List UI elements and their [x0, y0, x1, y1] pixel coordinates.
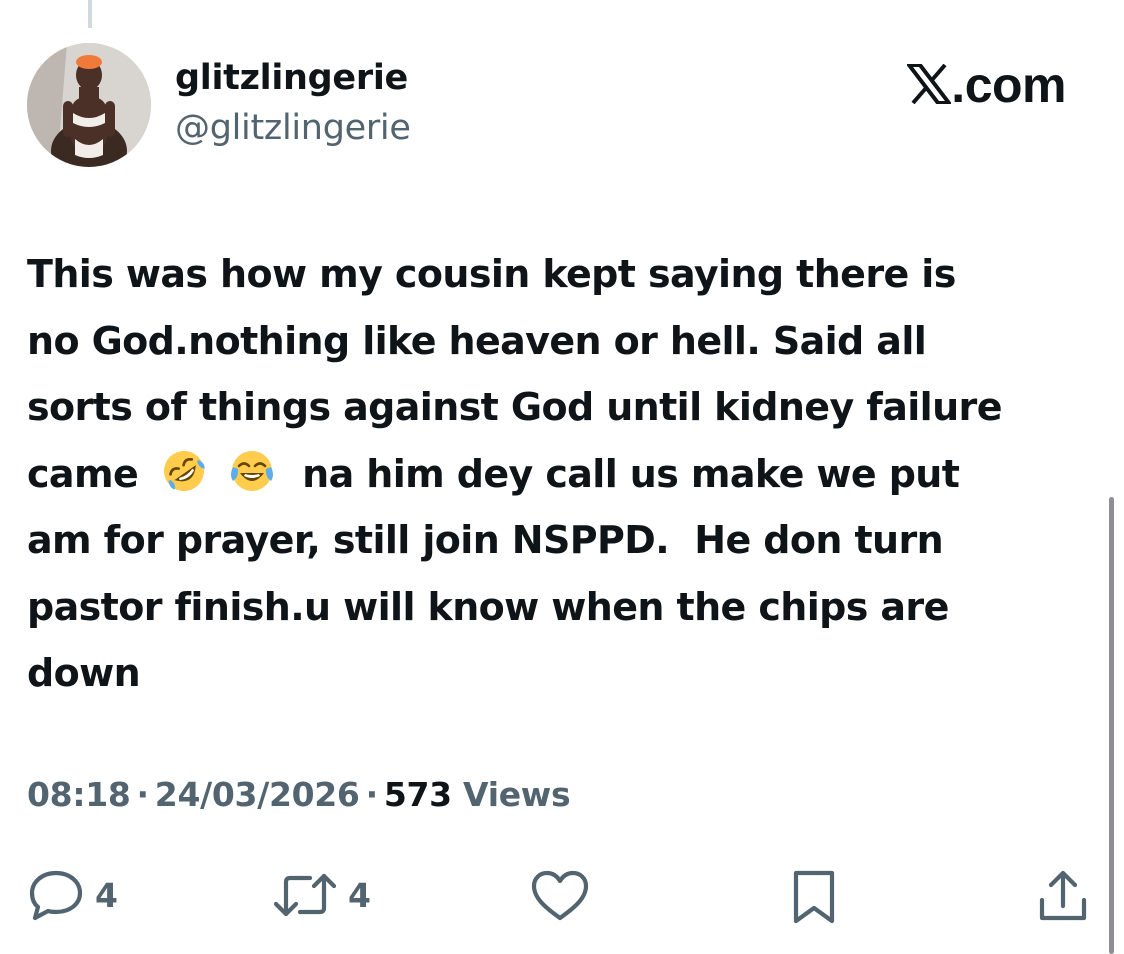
- tweet-date[interactable]: 24/03/2026: [155, 775, 360, 814]
- tweet-text-segment: came: [27, 451, 139, 496]
- tweet-meta: 08:18 · 24/03/2026 · 573 Views: [27, 775, 571, 814]
- avatar[interactable]: [27, 43, 151, 167]
- meta-separator: ·: [136, 775, 150, 814]
- tweet-line: sorts of things against God until kidney…: [27, 385, 1002, 429]
- tweet-line-with-emoji: came na him dey call us make we put: [27, 441, 1107, 508]
- retweet-icon: [272, 868, 338, 922]
- rolling-on-floor-laughing-emoji-icon: [162, 447, 206, 491]
- heart-icon: [529, 868, 591, 924]
- x-logo-icon: [905, 56, 954, 114]
- like-button[interactable]: [529, 868, 591, 924]
- tweet-text-segment: na him dey call us make we put: [302, 451, 960, 496]
- author-display-name[interactable]: glitzlingerie: [175, 58, 408, 98]
- reply-count: 4: [95, 875, 118, 915]
- views-label: Views: [463, 775, 571, 814]
- brand-watermark: .com: [905, 56, 1066, 114]
- tweet-text: This was how my cousin kept saying there…: [27, 241, 1107, 707]
- bookmark-icon: [788, 868, 840, 926]
- tweet-line: This was how my cousin kept saying there…: [27, 252, 956, 296]
- thread-connector-line: [88, 0, 92, 28]
- tweet-line: am for prayer, still join NSPPD. He don …: [27, 518, 944, 562]
- views-count: 573: [383, 775, 452, 814]
- tweet-line: no God.nothing like heaven or hell. Said…: [27, 318, 927, 363]
- author-handle[interactable]: @glitzlingerie: [175, 108, 411, 148]
- retweet-button[interactable]: 4: [272, 868, 371, 922]
- reply-button[interactable]: 4: [27, 868, 118, 922]
- tweet-line: down: [27, 651, 141, 695]
- brand-domain: .com: [951, 57, 1066, 113]
- face-with-tears-of-joy-emoji-icon: [230, 447, 274, 491]
- scrollbar[interactable]: [1109, 497, 1114, 954]
- tweet-line: pastor finish.u will know when the chips…: [27, 584, 949, 629]
- reply-icon: [27, 868, 85, 922]
- bookmark-button[interactable]: [788, 868, 840, 926]
- retweet-count: 4: [348, 875, 371, 915]
- share-button[interactable]: [1034, 868, 1092, 926]
- meta-separator: ·: [365, 775, 379, 814]
- tweet-time[interactable]: 08:18: [27, 775, 131, 814]
- share-icon: [1034, 868, 1092, 926]
